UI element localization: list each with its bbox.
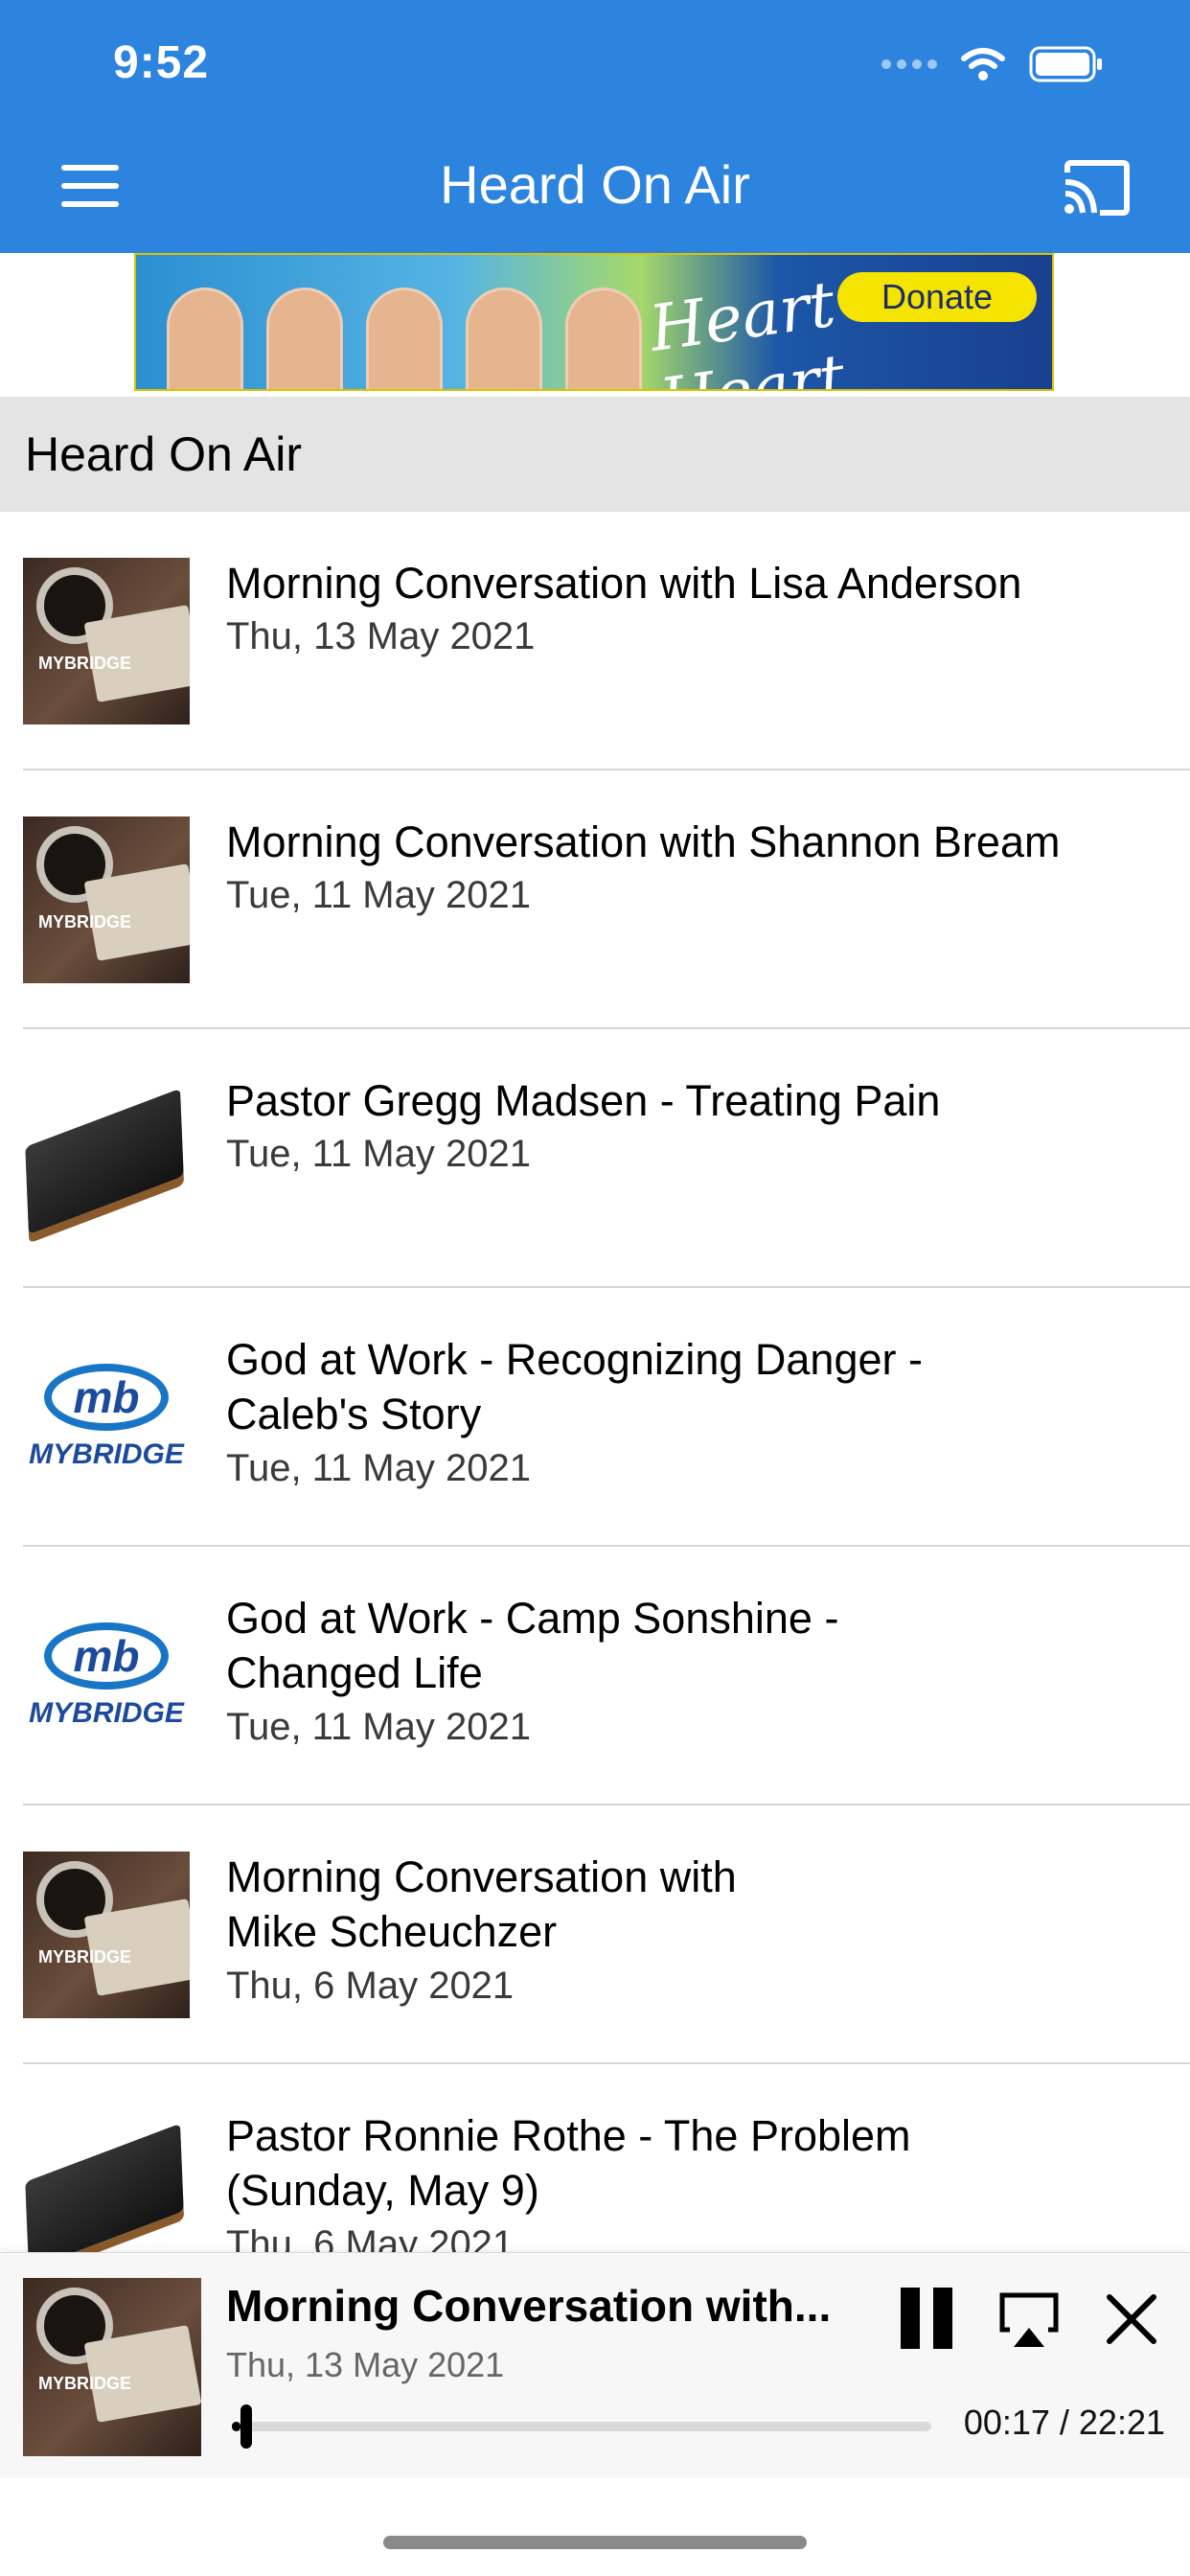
player-date: Thu, 13 May 2021	[226, 2345, 505, 2384]
episode-date: Tue, 11 May 2021	[226, 1447, 531, 1489]
episode-artwork-coffee: MYBRIDGE	[23, 1852, 190, 2018]
episode-artwork-coffee: MYBRIDGE	[23, 816, 190, 983]
episode-list: MYBRIDGE Morning Conversation with Lisa A…	[0, 512, 1190, 2323]
episode-title: Morning Conversation with Lisa Anderson	[226, 559, 1022, 608]
episode-list-item[interactable]: mb MYBRIDGE God at Work - Camp Sonshine - …	[0, 1547, 1190, 1806]
episode-list-item[interactable]: MYBRIDGE Morning Conversation with Shanno…	[0, 770, 1190, 1029]
wifi-icon	[961, 48, 1005, 80]
playback-progress-slider[interactable]	[232, 2404, 931, 2449]
progress-fill	[232, 2422, 240, 2431]
episode-list-item[interactable]: Pastor Gregg Madsen - Treating Pain Tue, …	[0, 1029, 1190, 1288]
cast-icon[interactable]	[1060, 159, 1131, 217]
home-indicator	[383, 2536, 807, 2549]
section-header: Heard On Air	[0, 397, 1190, 512]
cellular-signal-icon	[881, 59, 937, 69]
episode-list-item[interactable]: mb MYBRIDGE God at Work - Recognizing Dang…	[0, 1288, 1190, 1547]
page-title: Heard On Air	[440, 154, 750, 215]
episode-title: Morning Conversation with Shannon Bream	[226, 817, 1061, 866]
airplay-icon[interactable]	[996, 2289, 1062, 2349]
episode-title: Morning Conversation with Mike Scheuchze…	[226, 1852, 737, 1956]
episode-artwork-mybridge-logo: mb MYBRIDGE	[23, 1593, 190, 1760]
episode-date: Thu, 13 May 2021	[226, 615, 536, 657]
donate-banner-ad[interactable]: Heart to Heart Donate	[134, 253, 1054, 391]
status-icons	[881, 46, 1104, 82]
episode-title: God at Work - Recognizing Danger - Caleb…	[226, 1335, 923, 1438]
player-artwork: MYBRIDGE	[23, 2278, 201, 2456]
episode-list-item[interactable]: MYBRIDGE Morning Conversation with Lisa A…	[0, 512, 1190, 770]
status-time: 9:52	[113, 37, 210, 88]
episode-artwork-bible	[23, 1075, 190, 1242]
battery-icon	[1029, 46, 1102, 82]
episode-date: Tue, 11 May 2021	[226, 1706, 531, 1748]
episode-title: God at Work - Camp Sonshine - Changed Li…	[226, 1594, 839, 1697]
episode-date: Thu, 6 May 2021	[226, 1965, 515, 2007]
episode-title: Pastor Gregg Madsen - Treating Pain	[226, 1076, 941, 1125]
mini-player[interactable]: MYBRIDGE Morning Conversation with... Th…	[0, 2252, 1190, 2478]
episode-artwork-mybridge-logo: mb MYBRIDGE	[23, 1334, 190, 1501]
donate-button[interactable]: Donate	[837, 272, 1037, 322]
banner-photo	[136, 255, 673, 389]
app-header: 9:52 Heard On Air	[0, 0, 1190, 253]
episode-title: Pastor Ronnie Rothe - The Problem (Sunda…	[226, 2111, 911, 2215]
player-title: Morning Conversation with...	[226, 2281, 832, 2331]
episode-date: Tue, 11 May 2021	[226, 874, 531, 916]
episode-list-item[interactable]: MYBRIDGE Morning Conversation with Mike S…	[0, 1806, 1190, 2064]
close-icon[interactable]	[1102, 2289, 1161, 2349]
pause-icon[interactable]	[901, 2288, 954, 2349]
episode-date: Tue, 11 May 2021	[226, 1133, 531, 1175]
player-time: 00:17 / 22:21	[963, 2403, 1165, 2442]
episode-artwork-coffee: MYBRIDGE	[23, 558, 190, 724]
progress-handle[interactable]	[240, 2404, 252, 2449]
